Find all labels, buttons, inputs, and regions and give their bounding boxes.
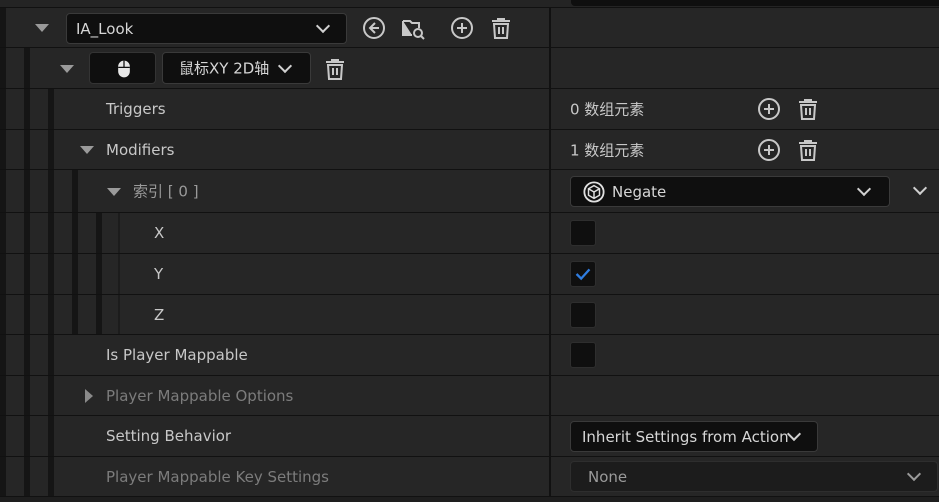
mouse-icon	[118, 60, 130, 78]
setting-behavior-value: Inherit Settings from Action	[582, 427, 789, 446]
player-mappable-key-settings-value: None	[588, 467, 628, 486]
expand-arrow-icon[interactable]	[85, 389, 93, 403]
cube-icon	[583, 181, 605, 203]
is-player-mappable-row: Is Player Mappable	[0, 335, 939, 376]
top-strip	[0, 0, 939, 8]
delete-icon[interactable]	[796, 138, 820, 162]
axis-row-y: Y	[0, 254, 939, 295]
axis-label: X	[154, 224, 165, 242]
modifier-index-row: 索引 [ 0 ] Negate	[0, 170, 939, 213]
key-label: 鼠标XY 2D轴	[179, 59, 270, 78]
player-mappable-key-settings-label: Player Mappable Key Settings	[106, 467, 329, 486]
input-action-row: IA_Look	[0, 8, 939, 48]
player-mappable-options-label: Player Mappable Options	[106, 386, 294, 405]
is-player-mappable-label: Is Player Mappable	[106, 346, 248, 364]
player-mappable-options-row: Player Mappable Options	[0, 376, 939, 416]
axis-row-z: Z	[0, 295, 939, 335]
triggers-label: Triggers	[106, 100, 166, 118]
bottom-strip	[0, 497, 939, 502]
add-icon[interactable]	[450, 16, 474, 40]
player-mappable-key-settings-row: Player Mappable Key Settings None	[0, 457, 939, 497]
modifiers-label: Modifiers	[106, 140, 175, 159]
key-selector-combo[interactable]: 鼠标XY 2D轴	[162, 52, 311, 84]
modifier-class-combo[interactable]: Negate	[570, 176, 890, 207]
add-icon[interactable]	[757, 138, 781, 162]
modifier-index-label: 索引 [ 0 ]	[133, 182, 199, 201]
delete-icon[interactable]	[489, 16, 513, 40]
delete-icon[interactable]	[323, 57, 347, 81]
add-icon[interactable]	[757, 97, 781, 121]
collapse-arrow-icon[interactable]	[60, 65, 74, 73]
triggers-count: 0 数组元素	[570, 100, 645, 119]
modifiers-count: 1 数组元素	[570, 141, 645, 159]
triggers-row: Triggers 0 数组元素	[0, 89, 939, 130]
axis-y-checkbox[interactable]	[570, 261, 596, 287]
row-options-chevron-icon[interactable]	[912, 180, 928, 196]
axis-row-x: X	[0, 213, 939, 254]
setting-behavior-label: Setting Behavior	[106, 427, 232, 445]
chevron-down-icon	[786, 426, 802, 442]
collapse-arrow-icon[interactable]	[80, 146, 94, 154]
key-mapping-row: 鼠标XY 2D轴	[0, 48, 939, 89]
is-player-mappable-checkbox[interactable]	[570, 342, 596, 368]
axis-label: Z	[154, 305, 165, 324]
input-action-combo[interactable]: IA_Look	[66, 13, 347, 44]
collapse-arrow-icon[interactable]	[107, 188, 121, 196]
find-in-browser-icon[interactable]	[401, 16, 425, 40]
modifier-class-name: Negate	[612, 182, 667, 201]
chevron-down-icon	[856, 181, 872, 197]
chevron-down-icon	[906, 466, 922, 482]
player-mappable-key-settings-combo[interactable]: None	[570, 461, 938, 492]
axis-z-checkbox[interactable]	[570, 302, 596, 328]
key-icon-button[interactable]	[89, 52, 156, 84]
top-strip-value	[551, 0, 939, 7]
delete-icon[interactable]	[796, 97, 820, 121]
chevron-down-icon	[277, 58, 293, 74]
axis-label: Y	[154, 265, 164, 283]
setting-behavior-row: Setting Behavior Inherit Settings from A…	[0, 416, 939, 457]
setting-behavior-combo[interactable]: Inherit Settings from Action	[570, 421, 818, 452]
axis-x-checkbox[interactable]	[570, 220, 596, 246]
checkmark-icon	[575, 268, 591, 281]
input-action-name: IA_Look	[76, 19, 134, 38]
modifiers-row: Modifiers 1 数组元素	[0, 130, 939, 170]
collapse-arrow-icon[interactable]	[35, 24, 49, 32]
browse-to-asset-icon[interactable]	[362, 16, 386, 40]
chevron-down-icon	[315, 18, 331, 34]
